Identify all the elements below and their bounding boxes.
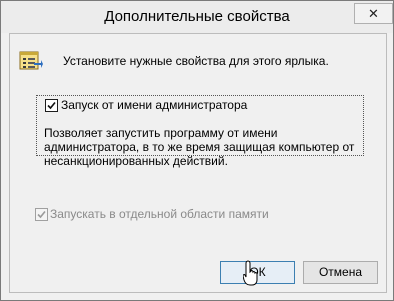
shortcut-properties-icon [19,51,43,70]
separate-memory-checkbox[interactable] [35,208,48,221]
close-button[interactable]: ✕ [354,3,393,24]
run-as-admin-description: Позволяет запустить программу от имени а… [44,126,355,168]
title-bar[interactable]: Дополнительные свойства ✕ [1,1,393,33]
cancel-button[interactable]: Отмена [303,261,378,284]
checkmark-icon [37,210,46,219]
run-as-admin-option: Запуск от имени администратора Позволяет… [36,95,364,168]
header-instruction: Установите нужные свойства для этого ярл… [63,54,329,68]
dialog-window: Дополнительные свойства ✕ Установите нуж… [0,0,394,301]
run-as-admin-label[interactable]: Запуск от имени администратора [61,98,247,112]
checkmark-icon [47,101,56,110]
separate-memory-label: Запускать в отдельной области памяти [50,207,269,221]
dialog-content: Установите нужные свойства для этого ярл… [9,33,387,293]
mouse-cursor-icon [243,260,258,286]
dialog-title: Дополнительные свойства [104,8,290,25]
run-as-admin-checkbox[interactable] [45,99,58,112]
close-icon: ✕ [368,6,379,21]
